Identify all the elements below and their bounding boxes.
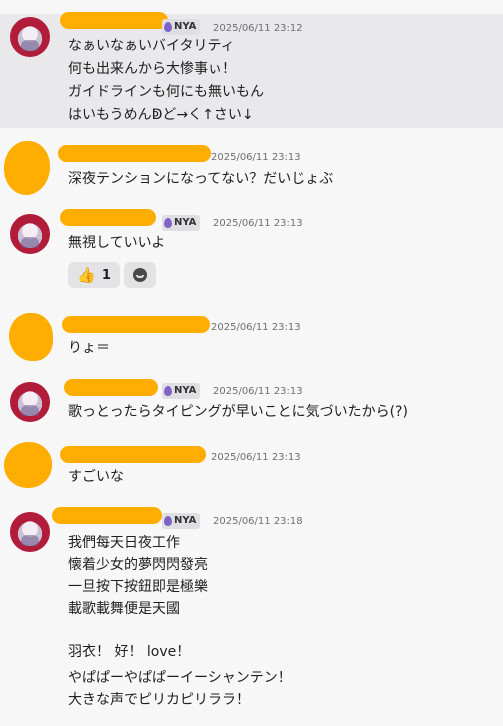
timestamp: 2025/06/11 23:18 xyxy=(213,516,303,527)
timestamp: 2025/06/11 23:13 xyxy=(211,452,301,463)
avatar[interactable] xyxy=(4,141,50,195)
avatar[interactable] xyxy=(10,512,50,552)
chat-message[interactable]: 2025/06/11 23:13 深夜テンションになってない？だいじょぶ xyxy=(0,137,503,199)
message-line: 深夜テンションになってない？だいじょぶ xyxy=(68,171,334,187)
nya-badge: NYA xyxy=(162,513,201,529)
droplet-icon xyxy=(164,516,172,526)
message-line: すごいな xyxy=(68,469,124,485)
droplet-icon xyxy=(164,22,172,32)
redacted-username[interactable] xyxy=(64,379,158,396)
message-line: 我們每天日夜工作 xyxy=(68,535,180,551)
chat-message[interactable]: 2025/06/11 23:13 りょ＝ xyxy=(0,308,503,364)
timestamp: 2025/06/11 23:13 xyxy=(211,152,301,163)
reaction-thumbs-up[interactable]: 👍 1 xyxy=(68,262,120,288)
redacted-username[interactable] xyxy=(58,145,211,162)
chat-message[interactable]: 2025/06/11 23:13 すごいな xyxy=(0,438,503,496)
chat-message[interactable]: NYA 2025/06/11 23:18 我們每天日夜工作 懐着少女的夢閃閃發亮… xyxy=(0,505,503,720)
message-line: ガイドラインも何にも無いもん xyxy=(68,84,264,100)
badge-label: NYA xyxy=(174,385,197,396)
message-line: はいもうめんↁど→く↑さい↓ xyxy=(68,107,254,123)
redacted-username[interactable] xyxy=(60,209,156,226)
badge-label: NYA xyxy=(174,217,197,228)
avatar[interactable] xyxy=(4,442,52,488)
timestamp: 2025/06/11 23:12 xyxy=(213,23,303,34)
redacted-username[interactable] xyxy=(60,12,168,29)
timestamp: 2025/06/11 23:13 xyxy=(213,218,303,229)
redacted-username[interactable] xyxy=(60,446,206,463)
message-line: 歌っとったらタイピングが早いことに気づいたから(?) xyxy=(68,404,408,420)
timestamp: 2025/06/11 23:13 xyxy=(213,386,303,397)
reaction-count: 1 xyxy=(101,267,111,283)
badge-label: NYA xyxy=(174,21,197,32)
avatar[interactable] xyxy=(9,313,53,361)
avatar[interactable] xyxy=(10,17,50,57)
message-line: 何も出来んから大惨事ぃ！ xyxy=(68,61,236,77)
message-line: 大きな声でピリカピリララ！ xyxy=(68,692,250,708)
message-line: りょ＝ xyxy=(68,340,110,356)
redacted-username[interactable] xyxy=(52,507,162,524)
avatar[interactable] xyxy=(10,382,50,422)
droplet-icon xyxy=(164,218,172,228)
message-line: 無視していいよ xyxy=(68,235,166,251)
thumbs-up-icon: 👍 xyxy=(77,266,96,284)
message-line: なぁいなぁいバイタリティ xyxy=(68,38,235,54)
chat-message[interactable]: NYA 2025/06/11 23:13 無視していいよ 👍 1 xyxy=(0,205,503,295)
chat-message[interactable]: NYA 2025/06/11 23:12 なぁいなぁいバイタリティ 何も出来んか… xyxy=(0,12,503,128)
message-line: 一旦按下按鈕即是極樂 xyxy=(68,579,208,595)
smiley-icon xyxy=(133,268,147,282)
nya-badge: NYA xyxy=(162,19,201,35)
droplet-icon xyxy=(164,386,172,396)
timestamp: 2025/06/11 23:13 xyxy=(211,322,301,333)
message-line: 載歌載舞便是天國 xyxy=(68,601,180,617)
message-line: やぱぱーやぱぱーイーシャンテン！ xyxy=(68,670,292,686)
chat-message[interactable]: NYA 2025/06/11 23:13 歌っとったらタイピングが早いことに気づ… xyxy=(0,375,503,433)
message-line: 懐着少女的夢閃閃發亮 xyxy=(68,557,208,573)
add-reaction-button[interactable] xyxy=(124,262,156,288)
nya-badge: NYA xyxy=(162,215,201,231)
avatar[interactable] xyxy=(10,214,50,254)
badge-label: NYA xyxy=(174,515,197,526)
nya-badge: NYA xyxy=(162,383,201,399)
redacted-username[interactable] xyxy=(62,316,210,333)
message-line: 羽衣！ 好！ love！ xyxy=(68,644,191,660)
